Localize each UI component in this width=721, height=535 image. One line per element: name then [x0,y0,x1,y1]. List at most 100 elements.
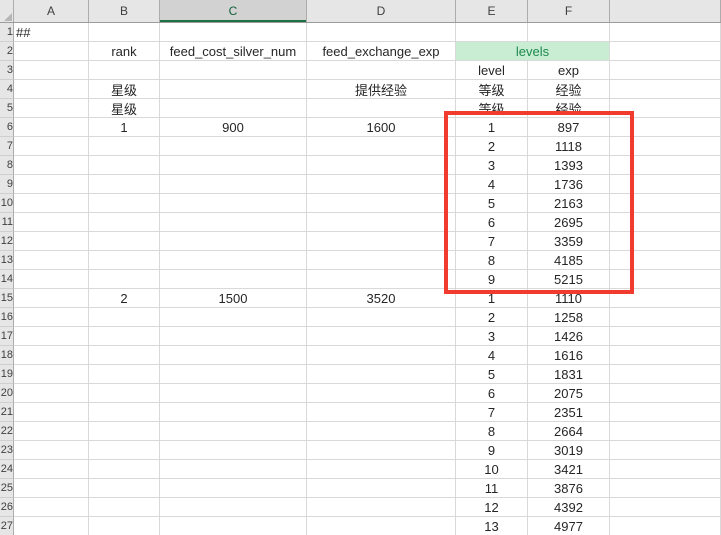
cell-G27[interactable] [610,517,721,535]
cell-G10[interactable] [610,194,721,213]
cell-F7[interactable]: 1118 [528,137,610,156]
cell-A13[interactable] [14,251,89,270]
cell-F19[interactable]: 1831 [528,365,610,384]
cell-A22[interactable] [14,422,89,441]
column-header-g[interactable] [610,0,721,22]
cell-G7[interactable] [610,137,721,156]
cell-C12[interactable] [160,232,307,251]
cell-E5[interactable]: 等级 [456,99,528,118]
cell-G11[interactable] [610,213,721,232]
row-header-15[interactable]: 15 [0,289,14,308]
cell-E17[interactable]: 3 [456,327,528,346]
cell-A25[interactable] [14,479,89,498]
cell-B6[interactable]: 1 [89,118,160,137]
cell-F17[interactable]: 1426 [528,327,610,346]
cell-D5[interactable] [307,99,456,118]
cell-C7[interactable] [160,137,307,156]
cell-G18[interactable] [610,346,721,365]
cell-B9[interactable] [89,175,160,194]
column-header-a[interactable]: A [14,0,89,22]
row-header-2[interactable]: 2 [0,42,14,61]
cell-E13[interactable]: 8 [456,251,528,270]
cell-G2[interactable] [610,42,721,61]
cell-E25[interactable]: 11 [456,479,528,498]
cell-F6[interactable]: 897 [528,118,610,137]
cell-B5[interactable]: 星级 [89,99,160,118]
cell-F8[interactable]: 1393 [528,156,610,175]
cell-F23[interactable]: 3019 [528,441,610,460]
cell-C22[interactable] [160,422,307,441]
row-header-26[interactable]: 26 [0,498,14,517]
cell-F9[interactable]: 1736 [528,175,610,194]
cell-D26[interactable] [307,498,456,517]
cell-B20[interactable] [89,384,160,403]
cell-G5[interactable] [610,99,721,118]
cell-C20[interactable] [160,384,307,403]
cell-A20[interactable] [14,384,89,403]
cell-A14[interactable] [14,270,89,289]
cell-G26[interactable] [610,498,721,517]
cell-A19[interactable] [14,365,89,384]
row-header-20[interactable]: 20 [0,384,14,403]
cell-D1[interactable] [307,23,456,42]
cell-A18[interactable] [14,346,89,365]
cell-C27[interactable] [160,517,307,535]
cell-C13[interactable] [160,251,307,270]
cell-F27[interactable]: 4977 [528,517,610,535]
cell-D21[interactable] [307,403,456,422]
cell-D23[interactable] [307,441,456,460]
cell-B24[interactable] [89,460,160,479]
cell-A15[interactable] [14,289,89,308]
cell-D19[interactable] [307,365,456,384]
cell-D25[interactable] [307,479,456,498]
cell-G15[interactable] [610,289,721,308]
row-header-19[interactable]: 19 [0,365,14,384]
row-header-9[interactable]: 9 [0,175,14,194]
cell-A2[interactable] [14,42,89,61]
row-header-14[interactable]: 14 [0,270,14,289]
cell-C6[interactable]: 900 [160,118,307,137]
cell-E27[interactable]: 13 [456,517,528,535]
cell-G17[interactable] [610,327,721,346]
row-header-13[interactable]: 13 [0,251,14,270]
row-header-4[interactable]: 4 [0,80,14,99]
cell-A1[interactable]: ## [14,23,89,42]
cell-A27[interactable] [14,517,89,535]
cell-D20[interactable] [307,384,456,403]
row-header-25[interactable]: 25 [0,479,14,498]
cell-G16[interactable] [610,308,721,327]
cell-A12[interactable] [14,232,89,251]
cell-D24[interactable] [307,460,456,479]
cell-F24[interactable]: 3421 [528,460,610,479]
cell-E20[interactable]: 6 [456,384,528,403]
cell-E15[interactable]: 1 [456,289,528,308]
cell-A10[interactable] [14,194,89,213]
cell-B10[interactable] [89,194,160,213]
cell-G8[interactable] [610,156,721,175]
cell-D6[interactable]: 1600 [307,118,456,137]
cell-F26[interactable]: 4392 [528,498,610,517]
cell-F11[interactable]: 2695 [528,213,610,232]
column-header-c[interactable]: C [160,0,307,22]
cell-G19[interactable] [610,365,721,384]
cell-G23[interactable] [610,441,721,460]
cell-D3[interactable] [307,61,456,80]
cell-E9[interactable]: 4 [456,175,528,194]
cell-F18[interactable]: 1616 [528,346,610,365]
cell-F21[interactable]: 2351 [528,403,610,422]
row-header-5[interactable]: 5 [0,99,14,118]
cell-C5[interactable] [160,99,307,118]
cell-A8[interactable] [14,156,89,175]
cell-E6[interactable]: 1 [456,118,528,137]
cell-F25[interactable]: 3876 [528,479,610,498]
cell-B27[interactable] [89,517,160,535]
cell-B25[interactable] [89,479,160,498]
cell-C17[interactable] [160,327,307,346]
cell-A9[interactable] [14,175,89,194]
row-header-8[interactable]: 8 [0,156,14,175]
cell-D10[interactable] [307,194,456,213]
cell-D22[interactable] [307,422,456,441]
cell-E10[interactable]: 5 [456,194,528,213]
cell-C3[interactable] [160,61,307,80]
row-header-7[interactable]: 7 [0,137,14,156]
